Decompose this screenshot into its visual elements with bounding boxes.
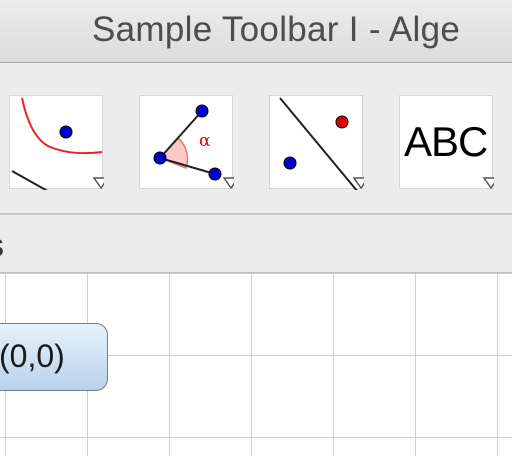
conic-with-point-icon: [11, 97, 104, 190]
tool-button-line-points[interactable]: [269, 95, 364, 190]
graphics-view-title: s: [0, 227, 4, 264]
line-and-points-icon: [279, 97, 364, 190]
text-tool-icon: [482, 177, 494, 190]
tool-button-angle[interactable]: α: [139, 95, 234, 190]
window-title: Sample Toolbar I - Alge: [92, 10, 461, 49]
graphics-view-header: s: [0, 213, 512, 273]
tool-button-conic[interactable]: [9, 95, 104, 190]
angle-alpha-glyph: α: [199, 131, 211, 151]
window-titlebar: Sample Toolbar I - Alge: [0, 0, 512, 63]
point-coordinates: (0,0): [0, 338, 65, 374]
tool-button-text[interactable]: ABC: [399, 95, 494, 190]
angle-icon: α: [153, 104, 234, 190]
toolbar: α ABC: [0, 63, 512, 213]
point-label-origin[interactable]: (0,0): [0, 323, 108, 391]
